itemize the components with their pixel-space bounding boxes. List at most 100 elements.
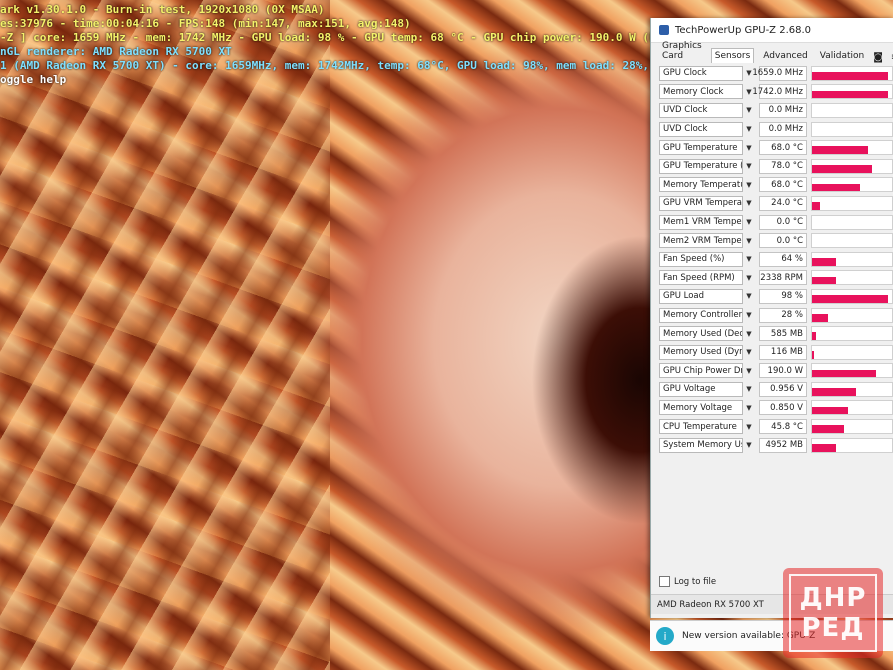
- camera-icon[interactable]: ◙: [873, 52, 883, 63]
- sensor-label[interactable]: GPU Load: [659, 288, 743, 304]
- sensor-label[interactable]: UVD Clock: [659, 102, 743, 118]
- sensor-value: 28 %: [759, 307, 807, 323]
- sensor-graph: [811, 84, 893, 100]
- sensor-row: GPU VRM Temperature▼ 24.0 °C: [659, 194, 893, 213]
- sensor-value: 0.0 MHz: [759, 121, 807, 137]
- sensor-label[interactable]: GPU Clock: [659, 65, 743, 81]
- sensor-row: Memory Used (Dedicated)▼ 585 MB: [659, 324, 893, 343]
- chevron-down-icon[interactable]: ▼: [743, 177, 755, 192]
- sensor-graph-fill: [812, 406, 848, 415]
- sensor-label[interactable]: UVD Clock: [659, 121, 743, 137]
- sensor-row: GPU Load ▼ 98 %: [659, 287, 893, 306]
- chevron-down-icon[interactable]: ▼: [743, 382, 755, 397]
- sensor-label[interactable]: CPU Temperature: [659, 419, 743, 435]
- sensor-value: 98 %: [759, 288, 807, 304]
- info-icon: i: [656, 627, 674, 645]
- sensor-label[interactable]: Memory Used (Dynamic): [659, 344, 743, 360]
- watermark-logo: ДНР РЕД: [783, 568, 883, 658]
- log-to-file-checkbox[interactable]: [659, 576, 670, 587]
- sensor-label[interactable]: GPU Temperature (Hot Spot): [659, 158, 743, 174]
- chevron-down-icon[interactable]: ▼: [743, 215, 755, 230]
- sensor-graph: [811, 214, 893, 230]
- sensor-graph: [811, 270, 893, 286]
- sensor-graph: [811, 65, 893, 81]
- sensor-graph: [811, 102, 893, 118]
- watermark-line1: ДНР: [799, 583, 867, 613]
- chevron-down-icon[interactable]: ▼: [743, 289, 755, 304]
- sensor-graph: [811, 326, 893, 342]
- render-tile-wall: [0, 0, 330, 670]
- sensor-row: CPU Temperature ▼ 45.8 °C: [659, 417, 893, 436]
- sensor-row: Mem1 VRM Temperature▼ 0.0 °C: [659, 213, 893, 232]
- sensor-label[interactable]: GPU Voltage: [659, 381, 743, 397]
- sensor-graph: [811, 121, 893, 137]
- chevron-down-icon[interactable]: ▼: [743, 308, 755, 323]
- sensor-row: GPU Voltage ▼ 0.956 V: [659, 380, 893, 399]
- sensor-value: 64 %: [759, 251, 807, 267]
- chevron-down-icon[interactable]: ▼: [743, 233, 755, 248]
- chevron-down-icon[interactable]: ▼: [743, 363, 755, 378]
- sensor-label[interactable]: Memory Used (Dedicated): [659, 326, 743, 342]
- sensor-label[interactable]: System Memory Used: [659, 437, 743, 453]
- sensor-graph: [811, 344, 893, 360]
- chevron-down-icon[interactable]: ▼: [743, 196, 755, 211]
- chevron-down-icon[interactable]: ▼: [743, 270, 755, 285]
- sensor-row: UVD Clock ▼ 0.0 MHz: [659, 101, 893, 120]
- gpuz-tabs: Graphics Card Sensors Advanced Validatio…: [651, 41, 893, 63]
- sensor-row: Mem2 VRM Temperature▼ 0.0 °C: [659, 231, 893, 250]
- sensor-graph: [811, 419, 893, 435]
- chevron-down-icon[interactable]: ▼: [743, 252, 755, 267]
- chevron-down-icon[interactable]: ▼: [743, 159, 755, 174]
- sensor-value: 68.0 °C: [759, 177, 807, 193]
- sensor-row: Memory Controller Load▼ 28 %: [659, 306, 893, 325]
- sensor-graph-fill: [812, 369, 876, 378]
- sensor-row: UVD Clock ▼ 0.0 MHz: [659, 120, 893, 139]
- chevron-down-icon[interactable]: ▼: [743, 140, 755, 155]
- tab-validation[interactable]: Validation: [817, 49, 867, 63]
- sensor-label[interactable]: Fan Speed (%): [659, 251, 743, 267]
- chevron-down-icon[interactable]: ▼: [743, 400, 755, 415]
- sensor-row: Fan Speed (%) ▼ 64 %: [659, 250, 893, 269]
- sensor-graph: [811, 400, 893, 416]
- overlay-line: nGL renderer: AMD Radeon RX 5700 XT: [0, 45, 232, 58]
- sensor-row: Memory Temperature▼ 68.0 °C: [659, 176, 893, 195]
- sensor-label[interactable]: GPU Temperature: [659, 140, 743, 156]
- chevron-down-icon[interactable]: ▼: [743, 103, 755, 118]
- sensor-label[interactable]: GPU VRM Temperature: [659, 195, 743, 211]
- sensor-graph-fill: [812, 350, 815, 359]
- sensor-graph: [811, 251, 893, 267]
- sensor-label[interactable]: Mem1 VRM Temperature: [659, 214, 743, 230]
- sensor-row: Memory Voltage ▼ 0.850 V: [659, 399, 893, 418]
- chevron-down-icon[interactable]: ▼: [743, 326, 755, 341]
- chevron-down-icon[interactable]: ▼: [743, 419, 755, 434]
- sensor-graph: [811, 158, 893, 174]
- tab-advanced[interactable]: Advanced: [760, 49, 810, 63]
- sensor-label[interactable]: Memory Clock: [659, 84, 743, 100]
- sensor-label[interactable]: Mem2 VRM Temperature: [659, 233, 743, 249]
- log-to-file[interactable]: Log to file: [659, 576, 716, 587]
- watermark-frame: ДНР РЕД: [789, 574, 877, 652]
- sensor-label[interactable]: Memory Controller Load: [659, 307, 743, 323]
- sensor-row: Fan Speed (RPM) ▼ 2338 RPM: [659, 269, 893, 288]
- sensor-value: 1742.0 MHz: [752, 84, 807, 100]
- sensor-label[interactable]: Memory Temperature: [659, 177, 743, 193]
- sensor-label[interactable]: Fan Speed (RPM): [659, 270, 743, 286]
- chevron-down-icon[interactable]: ▼: [743, 438, 755, 453]
- chevron-down-icon[interactable]: ▼: [743, 345, 755, 360]
- sensor-label[interactable]: Memory Voltage: [659, 400, 743, 416]
- overlay-line: oggle help: [0, 73, 67, 86]
- gpuz-window: TechPowerUp GPU-Z 2.68.0 Graphics Card S…: [650, 18, 893, 618]
- sensor-label[interactable]: GPU Chip Power Draw: [659, 363, 743, 379]
- sensor-value: 4952 MB: [759, 437, 807, 453]
- chevron-down-icon[interactable]: ▼: [743, 122, 755, 137]
- sensor-value: 0.0 MHz: [759, 102, 807, 118]
- sensor-graph: [811, 288, 893, 304]
- sensor-value: 2338 RPM: [759, 270, 807, 286]
- sensor-graph-fill: [812, 425, 844, 434]
- gpuz-title: TechPowerUp GPU-Z 2.68.0: [675, 24, 812, 36]
- tab-sensors[interactable]: Sensors: [710, 48, 755, 63]
- log-to-file-label: Log to file: [674, 576, 717, 587]
- tab-graphics-card[interactable]: Graphics Card: [659, 39, 705, 63]
- sensor-value: 0.0 °C: [759, 214, 807, 230]
- sensor-graph-fill: [812, 443, 836, 452]
